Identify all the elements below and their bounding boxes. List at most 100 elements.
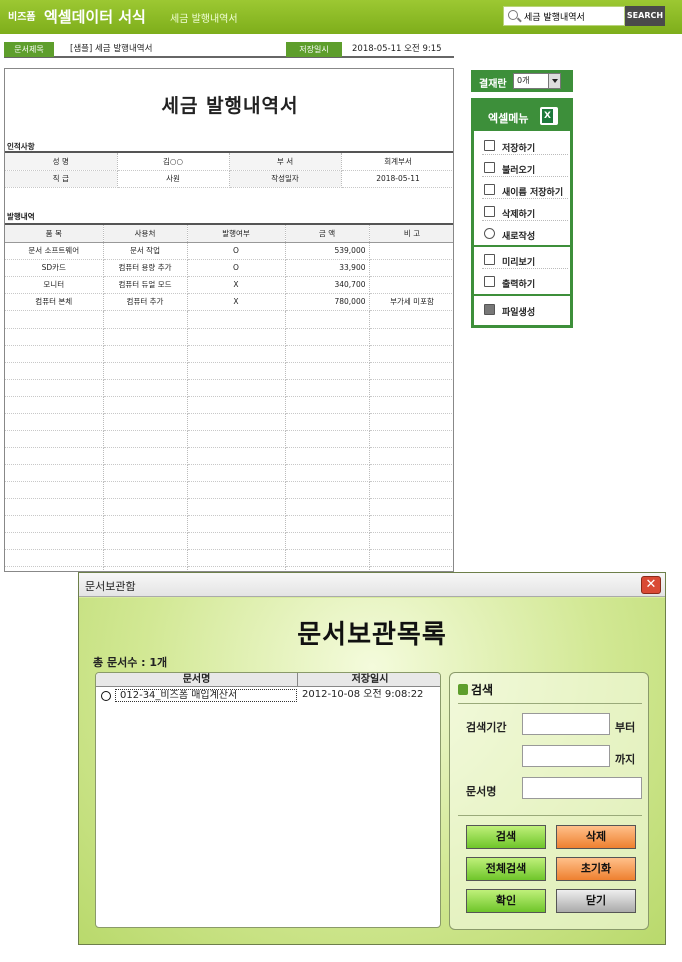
- table-cell[interactable]: [5, 345, 104, 363]
- table-cell[interactable]: 340,700: [285, 276, 370, 294]
- table-cell[interactable]: [285, 464, 370, 482]
- table-cell[interactable]: [369, 413, 453, 431]
- menu-item-preview[interactable]: 미리보기: [482, 251, 568, 269]
- table-cell[interactable]: [5, 464, 104, 482]
- table-cell[interactable]: [5, 498, 104, 516]
- table-cell[interactable]: [369, 242, 453, 260]
- table-cell[interactable]: [369, 259, 453, 277]
- table-cell[interactable]: [103, 498, 188, 516]
- table-cell[interactable]: [103, 464, 188, 482]
- table-cell[interactable]: [285, 379, 370, 397]
- table-cell[interactable]: [103, 549, 188, 567]
- search-button[interactable]: SEARCH: [625, 6, 665, 26]
- table-cell[interactable]: [103, 396, 188, 414]
- table-cell[interactable]: [187, 447, 286, 465]
- close-button[interactable]: 닫기: [556, 889, 636, 913]
- table-cell[interactable]: [285, 447, 370, 465]
- table-cell[interactable]: [369, 515, 453, 533]
- period-from-input[interactable]: [522, 713, 610, 735]
- table-cell[interactable]: [5, 447, 104, 465]
- table-cell[interactable]: [5, 515, 104, 533]
- table-cell[interactable]: [285, 328, 370, 346]
- document-date[interactable]: 2012-10-08 오전 9:08:22: [299, 689, 439, 702]
- table-cell[interactable]: [103, 515, 188, 533]
- table-cell[interactable]: [187, 311, 286, 329]
- table-cell[interactable]: [5, 549, 104, 567]
- table-cell[interactable]: [369, 549, 453, 567]
- table-cell[interactable]: [285, 362, 370, 380]
- table-cell[interactable]: [187, 532, 286, 550]
- table-cell[interactable]: [285, 498, 370, 516]
- table-cell[interactable]: [285, 532, 370, 550]
- table-cell[interactable]: [5, 430, 104, 448]
- table-cell[interactable]: [187, 515, 286, 533]
- delete-button[interactable]: 삭제: [556, 825, 636, 849]
- table-cell[interactable]: [369, 464, 453, 482]
- table-cell[interactable]: [285, 345, 370, 363]
- table-cell[interactable]: [103, 532, 188, 550]
- table-cell[interactable]: 컴퓨터 본체: [5, 293, 104, 311]
- menu-item-save[interactable]: 저장하기: [482, 137, 568, 155]
- table-cell[interactable]: [5, 311, 104, 329]
- table-cell[interactable]: [369, 311, 453, 329]
- approval-select[interactable]: 0개: [513, 73, 561, 89]
- table-cell[interactable]: [369, 345, 453, 363]
- column-header-name[interactable]: 문서명: [96, 673, 298, 687]
- table-cell[interactable]: [103, 379, 188, 397]
- table-cell[interactable]: [285, 311, 370, 329]
- search-input[interactable]: [524, 9, 622, 23]
- table-cell[interactable]: 문서 소프트웨어: [5, 242, 104, 260]
- table-cell[interactable]: [285, 549, 370, 567]
- document-list[interactable]: 문서명 저장일시 012-34_비즈폼 매입계산서 2012-10-08 오전 …: [95, 672, 441, 928]
- table-cell[interactable]: [369, 481, 453, 499]
- menu-item-print[interactable]: 출력하기: [482, 273, 568, 291]
- table-cell[interactable]: 2018-05-11: [341, 170, 453, 188]
- menu-item-create-file[interactable]: 파일생성: [482, 301, 568, 319]
- menu-item-delete[interactable]: 삭제하기: [482, 203, 568, 221]
- table-cell[interactable]: [103, 311, 188, 329]
- table-cell[interactable]: [369, 379, 453, 397]
- menu-item-new[interactable]: 새로작성: [482, 225, 568, 243]
- table-cell[interactable]: 780,000: [285, 293, 370, 311]
- close-icon[interactable]: ✕: [641, 576, 661, 594]
- table-cell[interactable]: 김○○: [117, 153, 230, 171]
- table-cell[interactable]: X: [187, 293, 286, 311]
- table-cell[interactable]: [285, 515, 370, 533]
- table-cell[interactable]: [187, 379, 286, 397]
- table-cell[interactable]: [187, 481, 286, 499]
- table-cell[interactable]: O: [187, 242, 286, 260]
- table-cell[interactable]: [5, 379, 104, 397]
- table-cell[interactable]: [103, 481, 188, 499]
- table-cell[interactable]: [369, 498, 453, 516]
- table-cell[interactable]: [285, 481, 370, 499]
- search-button[interactable]: 검색: [466, 825, 546, 849]
- list-item[interactable]: 012-34_비즈폼 매입계산서 2012-10-08 오전 9:08:22: [96, 688, 440, 703]
- table-cell[interactable]: [285, 413, 370, 431]
- table-cell[interactable]: [187, 430, 286, 448]
- table-cell[interactable]: [187, 345, 286, 363]
- table-cell[interactable]: [187, 328, 286, 346]
- table-cell[interactable]: [369, 328, 453, 346]
- table-cell[interactable]: 컴퓨터 용량 추가: [103, 259, 188, 277]
- table-cell[interactable]: [369, 362, 453, 380]
- table-cell[interactable]: O: [187, 259, 286, 277]
- table-cell[interactable]: 컴퓨터 추가: [103, 293, 188, 311]
- table-cell[interactable]: [103, 328, 188, 346]
- table-cell[interactable]: SD카드: [5, 259, 104, 277]
- radio-button[interactable]: [101, 691, 111, 701]
- table-cell[interactable]: [5, 413, 104, 431]
- table-cell[interactable]: 모니터: [5, 276, 104, 294]
- table-cell[interactable]: [187, 413, 286, 431]
- chevron-down-icon[interactable]: [548, 74, 560, 88]
- table-cell[interactable]: [5, 362, 104, 380]
- table-cell[interactable]: 문서 작업: [103, 242, 188, 260]
- table-cell[interactable]: [103, 447, 188, 465]
- table-cell[interactable]: [285, 396, 370, 414]
- table-cell[interactable]: [103, 413, 188, 431]
- doc-name-input[interactable]: [522, 777, 642, 799]
- table-cell[interactable]: [5, 532, 104, 550]
- table-cell[interactable]: [5, 328, 104, 346]
- table-cell[interactable]: [369, 532, 453, 550]
- table-cell[interactable]: 사원: [117, 170, 230, 188]
- ok-button[interactable]: 확인: [466, 889, 546, 913]
